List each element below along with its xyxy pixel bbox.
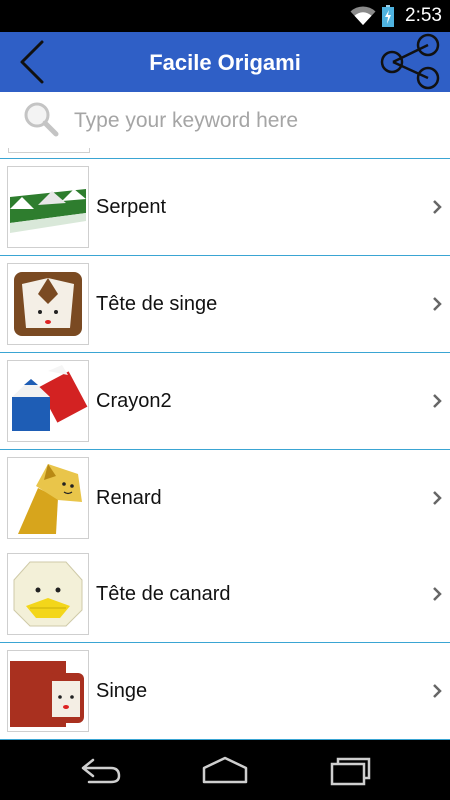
status-time: 2:53 [405, 5, 442, 26]
nav-home-button[interactable] [200, 752, 250, 788]
item-thumbnail [7, 553, 89, 635]
search-bar [0, 92, 450, 148]
list-item-tete-de-singe[interactable]: Tête de singe [0, 256, 450, 353]
item-thumbnail [7, 360, 89, 442]
list-item-crayon2[interactable]: Crayon2 [0, 353, 450, 450]
list-item-label: Singe [96, 680, 148, 702]
search-input[interactable] [72, 100, 436, 142]
share-icon [380, 33, 440, 90]
wifi-icon [350, 6, 376, 25]
chevron-right-icon [433, 587, 442, 601]
item-thumbnail [8, 148, 90, 153]
nav-recent-apps-button[interactable] [327, 752, 377, 788]
list-item-label: Tête de singe [96, 293, 218, 315]
list-item-label: Crayon2 [96, 390, 172, 412]
list-item-label: Tête de canard [96, 583, 231, 605]
search-icon [24, 102, 59, 137]
item-thumbnail [7, 263, 89, 345]
item-thumbnail [7, 166, 89, 248]
share-button[interactable] [378, 32, 444, 92]
home-icon [202, 756, 248, 784]
list-item-label: Serpent [96, 196, 167, 218]
chevron-right-icon [433, 394, 442, 408]
status-bar: 2:53 [0, 0, 450, 32]
app-bar: Facile Origami [0, 32, 450, 92]
nav-back-button[interactable] [75, 752, 125, 788]
chevron-right-icon [433, 297, 442, 311]
list-item-tete-de-canard[interactable]: Tête de canard [0, 546, 450, 643]
battery-charging-icon [382, 5, 394, 27]
list-item-singe[interactable]: Singe [0, 643, 450, 740]
item-thumbnail [7, 650, 89, 732]
item-thumbnail [7, 457, 89, 539]
back-icon [81, 758, 121, 784]
chevron-right-icon [433, 684, 442, 698]
list-item-serpent[interactable]: Serpent [0, 159, 450, 256]
system-navigation-bar [0, 740, 450, 800]
recent-apps-icon [330, 757, 371, 786]
list-item-label: Renard [96, 487, 162, 509]
list-item-renard[interactable]: Renard [0, 450, 450, 547]
list-item[interactable] [0, 148, 450, 159]
origami-list: Serpent Tête de singe Crayon2 Renard Têt… [0, 148, 450, 740]
chevron-right-icon [433, 200, 442, 214]
chevron-right-icon [433, 491, 442, 505]
